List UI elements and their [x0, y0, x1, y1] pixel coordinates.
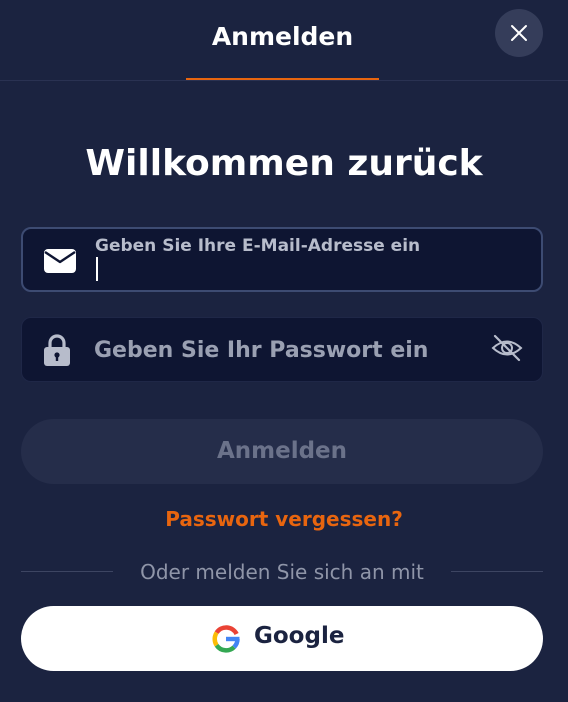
email-field-label: Geben Sie Ihre E-Mail-Adresse ein	[95, 236, 421, 256]
close-icon	[511, 25, 527, 41]
google-icon	[212, 625, 240, 653]
page-title: Willkommen zurück	[85, 143, 483, 184]
social-login-divider: Oder melden Sie sich an mit	[140, 560, 424, 584]
divider-line-left	[21, 571, 113, 572]
password-field[interactable]	[21, 317, 543, 382]
forgot-password-link[interactable]: Passwort vergessen?	[0, 507, 568, 531]
close-button[interactable]	[495, 9, 543, 57]
email-field[interactable]: Geben Sie Ihre E-Mail-Adresse ein	[21, 227, 543, 292]
envelope-icon	[44, 249, 76, 273]
modal-header: Anmelden	[0, 0, 568, 81]
text-cursor	[96, 257, 98, 281]
lock-icon	[44, 334, 70, 366]
eye-off-icon	[491, 334, 523, 362]
active-tab-indicator	[186, 78, 379, 80]
tab-anmelden[interactable]: Anmelden	[186, 22, 379, 51]
password-visibility-toggle[interactable]	[490, 331, 524, 365]
google-button-label: Google	[254, 623, 345, 649]
google-login-button[interactable]: Google	[21, 606, 543, 671]
login-button[interactable]: Anmelden	[21, 419, 543, 484]
email-input[interactable]	[101, 257, 521, 281]
divider-line-right	[451, 571, 543, 572]
password-input[interactable]	[94, 334, 474, 366]
